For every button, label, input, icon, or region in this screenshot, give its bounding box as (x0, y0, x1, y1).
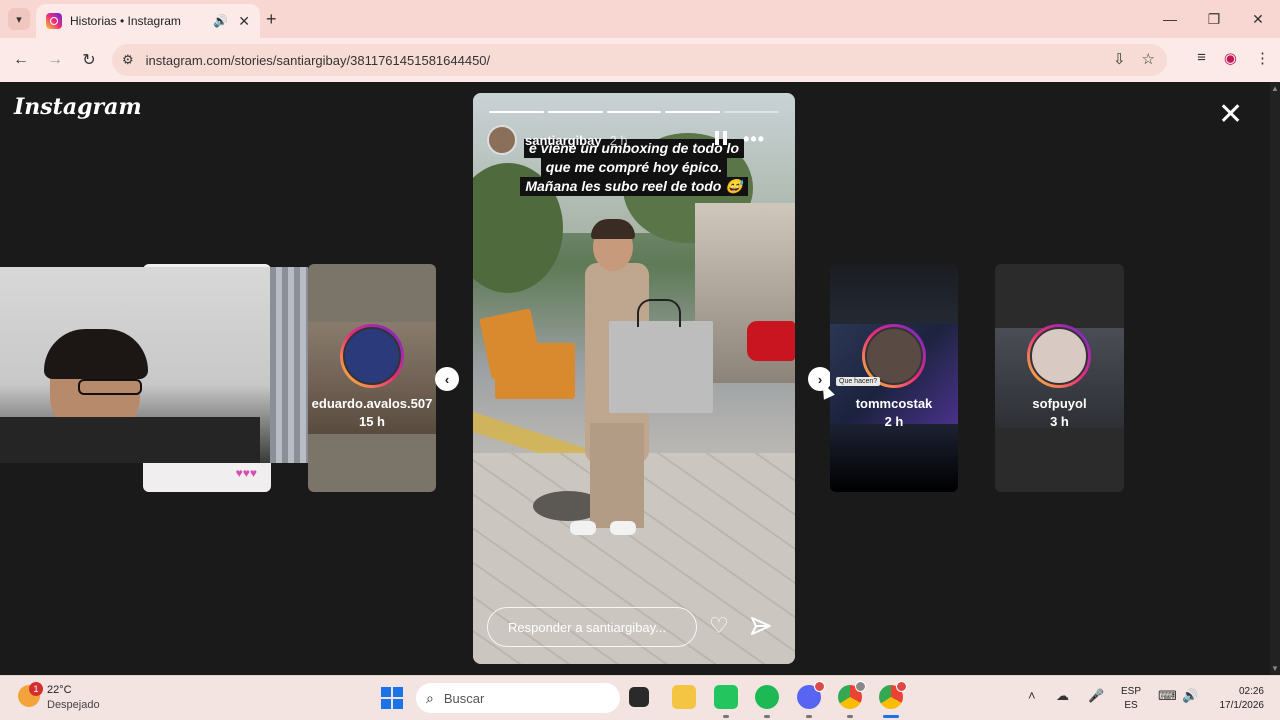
bookmark-star-icon[interactable]: ☆ (1142, 50, 1155, 68)
tooltip: Que hacen? (836, 377, 881, 386)
shopping-bag (609, 299, 713, 413)
whatsapp-icon[interactable] (714, 685, 738, 709)
spotify-icon[interactable] (755, 685, 779, 709)
site-info-icon[interactable]: ⚙ (122, 52, 134, 68)
taskbar: 1 22°C Despejado ⌕ Buscar ˄ ☁ 🎤 ESP ES ⌨… (0, 675, 1280, 720)
caption-line: que me compré hoy épico. (540, 158, 728, 177)
pause-icon[interactable] (715, 131, 727, 145)
stories-viewer: Instagram ✕ ♥♥♥ eduardo.avalos.507 15 h … (0, 82, 1270, 675)
story-reply-bar: ♡ (487, 607, 783, 647)
story-avatar (340, 324, 404, 388)
story-time: 2 h (884, 414, 904, 429)
speaker-icon[interactable]: 🔊 (213, 14, 228, 28)
story-progress (489, 111, 779, 113)
forward-icon[interactable]: → (44, 49, 66, 71)
story-username: tommcostak (855, 396, 933, 411)
profile-icon[interactable]: ◉ (1224, 49, 1237, 67)
chrome-profile-icon[interactable] (879, 681, 907, 709)
onedrive-icon[interactable]: ☁ (1056, 688, 1069, 704)
story-username: sofpuyol (1032, 396, 1087, 411)
restore-icon[interactable]: ❐ (1192, 0, 1236, 38)
reply-input[interactable] (487, 607, 697, 647)
story-time: 15 h (358, 414, 385, 429)
weather-temperature[interactable]: 22°C (47, 684, 72, 696)
tab-title: Historias • Instagram (70, 14, 181, 28)
story-time: 2 h (609, 132, 628, 148)
story-username[interactable]: santiargibay (525, 133, 602, 148)
send-icon[interactable] (749, 615, 773, 639)
caption-line: Mañana les subo reel de todo 😅 (520, 177, 748, 196)
instagram-favicon-icon (46, 13, 62, 29)
webcam-overlay (0, 267, 308, 463)
clock[interactable]: 02:26 17/1/2026 (1210, 685, 1265, 713)
minimize-icon[interactable]: — (1148, 0, 1192, 38)
language-indicator[interactable]: ESP ES (1121, 685, 1141, 713)
taskbar-search[interactable]: ⌕ Buscar (416, 683, 620, 713)
search-icon: ⌕ (426, 689, 434, 706)
url-text[interactable]: instagram.com/stories/santiargibay/38117… (146, 53, 491, 68)
close-tab-icon[interactable]: ✕ (238, 13, 250, 30)
task-view-icon[interactable] (629, 687, 649, 707)
story-time: 3 h (1050, 414, 1069, 429)
page-scrollbar[interactable]: ▲ ▼ (1270, 82, 1280, 675)
story-card-sofpuyol[interactable]: sofpuyol 3 h (995, 264, 1124, 492)
keyboard-layout: ES (1124, 700, 1138, 711)
browser-toolbar: ← → ↻ ⚙ instagram.com/stories/santiargib… (0, 38, 1280, 82)
back-icon[interactable]: ← (10, 49, 32, 71)
install-app-icon[interactable]: ⇩ (1113, 50, 1126, 68)
close-window-icon[interactable]: ✕ (1236, 0, 1280, 38)
scroll-down-icon[interactable]: ▼ (1271, 664, 1279, 673)
reload-icon[interactable]: ↻ (78, 49, 100, 71)
search-placeholder: Buscar (443, 690, 485, 706)
story-avatar (1027, 324, 1091, 388)
story-user-avatar[interactable] (487, 125, 517, 155)
file-explorer-icon[interactable] (672, 685, 696, 709)
new-tab-button[interactable]: + (266, 9, 277, 30)
network-icon[interactable]: ⌨ (1158, 688, 1177, 704)
close-stories-icon[interactable]: ✕ (1218, 100, 1243, 130)
language-code: ESP (1121, 686, 1142, 697)
window-controls: — ❐ ✕ (1148, 0, 1280, 38)
browser-tab-bar: ▾ Historias • Instagram 🔊 ✕ + — ❐ ✕ (0, 0, 1280, 38)
clock-date: 17/1/2026 (1219, 700, 1265, 711)
discord-icon[interactable] (797, 681, 825, 709)
instagram-logo[interactable]: Instagram (14, 94, 142, 120)
address-bar[interactable]: ⚙ instagram.com/stories/santiargibay/381… (112, 44, 1167, 76)
story-header: santiargibay 2 h ••• (487, 125, 783, 155)
scroll-up-icon[interactable]: ▲ (1271, 84, 1279, 93)
show-hidden-icons-icon[interactable]: ˄ (1028, 688, 1036, 703)
notification-badge: 1 (29, 682, 43, 696)
story-username: eduardo.avalos.507 (311, 396, 433, 411)
chrome-icon[interactable] (838, 681, 866, 709)
microphone-icon[interactable]: 🎤 (1088, 688, 1104, 704)
clock-time: 02:26 (1238, 686, 1264, 697)
main-story[interactable]: e viene un umboxing de todo lo que me co… (473, 93, 795, 664)
browser-tab[interactable]: Historias • Instagram 🔊 ✕ (36, 4, 260, 38)
menu-icon[interactable]: ⋮ (1255, 49, 1270, 67)
more-options-icon[interactable]: ••• (743, 129, 765, 150)
tab-search-button[interactable]: ▾ (8, 8, 30, 30)
media-controls-icon[interactable]: ≡ (1197, 49, 1206, 67)
weather-condition[interactable]: Despejado (47, 699, 100, 711)
like-heart-icon[interactable]: ♡ (709, 615, 729, 637)
story-card-eduardo[interactable]: eduardo.avalos.507 15 h (308, 264, 436, 492)
volume-icon[interactable]: 🔊 (1182, 688, 1198, 704)
previous-story-button[interactable]: ‹ (435, 367, 459, 391)
hearts-icon: ♥♥♥ (235, 466, 257, 480)
start-windows-icon[interactable] (381, 687, 403, 709)
